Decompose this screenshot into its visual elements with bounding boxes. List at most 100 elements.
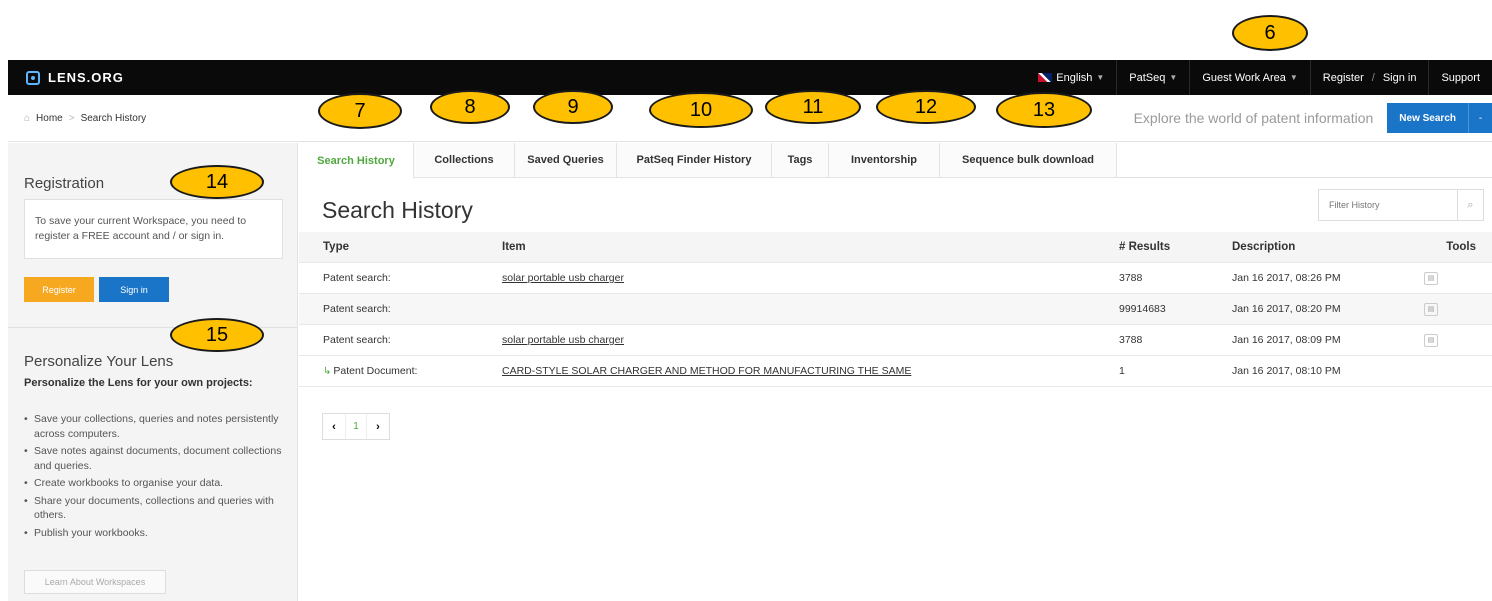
pager-prev-button[interactable]: ‹ bbox=[323, 414, 345, 439]
top-nav-bar: LENS.ORG English ▼ PatSeq ▼ Guest Work A… bbox=[8, 60, 1492, 95]
support-link[interactable]: Support bbox=[1428, 60, 1492, 95]
save-icon[interactable]: ▤ bbox=[1424, 271, 1438, 285]
chevron-down-icon: ▼ bbox=[1169, 73, 1178, 82]
table-row: Patent search: 99914683 Jan 16 2017, 08:… bbox=[299, 294, 1492, 325]
guest-work-area-menu[interactable]: Guest Work Area ▼ bbox=[1189, 60, 1309, 95]
cell-description: Jan 16 2017, 08:20 PM bbox=[1232, 303, 1341, 315]
filter-history-input[interactable] bbox=[1319, 190, 1457, 220]
register-button[interactable]: Register bbox=[24, 277, 94, 302]
signin-link[interactable]: Sign in bbox=[1383, 72, 1417, 84]
item-link[interactable]: solar portable usb charger bbox=[502, 272, 624, 284]
save-icon[interactable]: ▤ bbox=[1424, 302, 1438, 316]
registration-info-box: To save your current Workspace, you need… bbox=[24, 199, 283, 259]
filter-history: ⌕ bbox=[1318, 189, 1484, 221]
cell-tools: ▤ bbox=[1410, 271, 1492, 285]
callout-7: 7 bbox=[318, 93, 402, 129]
pager-page-1[interactable]: 1 bbox=[345, 414, 367, 439]
search-icon[interactable]: ⌕ bbox=[1457, 190, 1483, 220]
list-item: Save your collections, queries and notes… bbox=[24, 412, 284, 441]
callout-8: 8 bbox=[430, 90, 510, 124]
lens-logo-icon bbox=[26, 70, 40, 85]
language-menu[interactable]: English ▼ bbox=[1026, 60, 1116, 95]
uk-flag-icon bbox=[1038, 73, 1053, 82]
cell-results: 3788 bbox=[1119, 272, 1143, 284]
table-row: Patent search: solar portable usb charge… bbox=[299, 325, 1492, 356]
breadcrumb-home[interactable]: Home bbox=[36, 113, 63, 124]
header-results: # Results bbox=[1119, 241, 1171, 253]
signin-button[interactable]: Sign in bbox=[99, 277, 169, 302]
lens-logo[interactable]: LENS.ORG bbox=[8, 70, 124, 85]
cell-tools: ▤ bbox=[1410, 302, 1492, 316]
cell-description: Jan 16 2017, 08:26 PM bbox=[1232, 272, 1341, 284]
tab-tags[interactable]: Tags bbox=[772, 143, 829, 177]
sub-item-icon: ↳ bbox=[323, 366, 332, 377]
top-nav-menu: English ▼ PatSeq ▼ Guest Work Area ▼ Reg… bbox=[1026, 60, 1492, 95]
list-item: Create workbooks to organise your data. bbox=[24, 476, 284, 491]
list-item: Publish your workbooks. bbox=[24, 526, 284, 541]
callout-15: 15 bbox=[170, 318, 264, 352]
personalize-subtitle: Personalize the Lens for your own projec… bbox=[24, 377, 253, 389]
learn-about-workspaces-button[interactable]: Learn About Workspaces bbox=[24, 570, 166, 594]
cell-tools: ▤ bbox=[1410, 333, 1492, 347]
list-item: Save notes against documents, document c… bbox=[24, 444, 284, 473]
cell-item: solar portable usb charger bbox=[502, 272, 1119, 284]
chevron-down-icon: ▼ bbox=[1096, 73, 1105, 82]
table-header-row: Type Item # Results Description Tools bbox=[299, 232, 1492, 263]
header-tools: Tools bbox=[1446, 241, 1476, 253]
breadcrumb-separator: > bbox=[68, 112, 75, 124]
personalize-list: Save your collections, queries and notes… bbox=[24, 412, 284, 543]
callout-9: 9 bbox=[533, 90, 613, 124]
cell-item: CARD-STYLE SOLAR CHARGER AND METHOD FOR … bbox=[502, 365, 1119, 377]
pager-next-button[interactable]: › bbox=[367, 414, 389, 439]
breadcrumb-current: Search History bbox=[80, 112, 147, 124]
cell-type: Patent search: bbox=[323, 303, 391, 315]
callout-12: 12 bbox=[876, 90, 976, 124]
patseq-label: PatSeq bbox=[1129, 71, 1166, 84]
page: LENS.ORG English ▼ PatSeq ▼ Guest Work A… bbox=[0, 0, 1492, 601]
tab-inventorship[interactable]: Inventorship bbox=[829, 143, 940, 177]
cell-type: Patent search: bbox=[323, 334, 391, 346]
callout-14: 14 bbox=[170, 165, 264, 199]
tab-search-history[interactable]: Search History bbox=[299, 143, 414, 179]
cell-item: solar portable usb charger bbox=[502, 334, 1119, 346]
sidebar: Registration To save your current Worksp… bbox=[8, 143, 298, 601]
sub-header: ⌂ Home > Search History Explore the worl… bbox=[8, 95, 1492, 142]
tab-bar: Search History Collections Saved Queries… bbox=[299, 143, 1492, 179]
cell-results: 1 bbox=[1119, 365, 1125, 377]
list-item: Share your documents, collections and qu… bbox=[24, 494, 284, 523]
new-search-dropdown-button[interactable]: - bbox=[1468, 103, 1492, 133]
tab-saved-queries[interactable]: Saved Queries bbox=[515, 143, 617, 177]
patseq-menu[interactable]: PatSeq ▼ bbox=[1116, 60, 1189, 95]
tab-sequence-bulk-download[interactable]: Sequence bulk download bbox=[940, 143, 1117, 177]
auth-separator: / bbox=[1371, 71, 1375, 84]
item-link[interactable]: solar portable usb charger bbox=[502, 334, 624, 346]
brand-name: LENS.ORG bbox=[48, 70, 124, 85]
header-description: Description bbox=[1232, 241, 1296, 253]
item-link[interactable]: CARD-STYLE SOLAR CHARGER AND METHOD FOR … bbox=[502, 365, 911, 377]
header-item: Item bbox=[502, 241, 526, 253]
new-search-group: New Search - bbox=[1387, 103, 1492, 133]
register-link[interactable]: Register bbox=[1323, 72, 1364, 84]
chevron-down-icon: ▼ bbox=[1289, 73, 1298, 82]
personalize-title: Personalize Your Lens bbox=[24, 353, 174, 370]
header-type: Type bbox=[323, 241, 349, 253]
callout-6: 6 bbox=[1232, 15, 1308, 51]
cell-results: 3788 bbox=[1119, 334, 1143, 346]
cell-results: 99914683 bbox=[1119, 303, 1166, 315]
tab-patseq-finder-history[interactable]: PatSeq Finder History bbox=[617, 143, 772, 177]
guest-work-area-label: Guest Work Area bbox=[1202, 71, 1286, 84]
new-search-button[interactable]: New Search bbox=[1387, 103, 1468, 133]
callout-11: 11 bbox=[765, 90, 861, 124]
breadcrumb: ⌂ Home > Search History bbox=[8, 113, 146, 124]
callout-13: 13 bbox=[996, 92, 1092, 128]
home-icon: ⌂ bbox=[24, 112, 31, 124]
tagline: Explore the world of patent information bbox=[1133, 110, 1374, 126]
table-row: ↳ Patent Document: CARD-STYLE SOLAR CHARG… bbox=[299, 356, 1492, 387]
save-icon[interactable]: ▤ bbox=[1424, 333, 1438, 347]
search-history-table: Type Item # Results Description Tools Pa… bbox=[299, 232, 1492, 387]
registration-buttons: Register Sign in bbox=[24, 277, 169, 302]
auth-links: Register / Sign in bbox=[1309, 60, 1429, 95]
tab-collections[interactable]: Collections bbox=[414, 143, 515, 177]
cell-description: Jan 16 2017, 08:09 PM bbox=[1232, 334, 1341, 346]
page-title: Search History bbox=[322, 197, 473, 223]
